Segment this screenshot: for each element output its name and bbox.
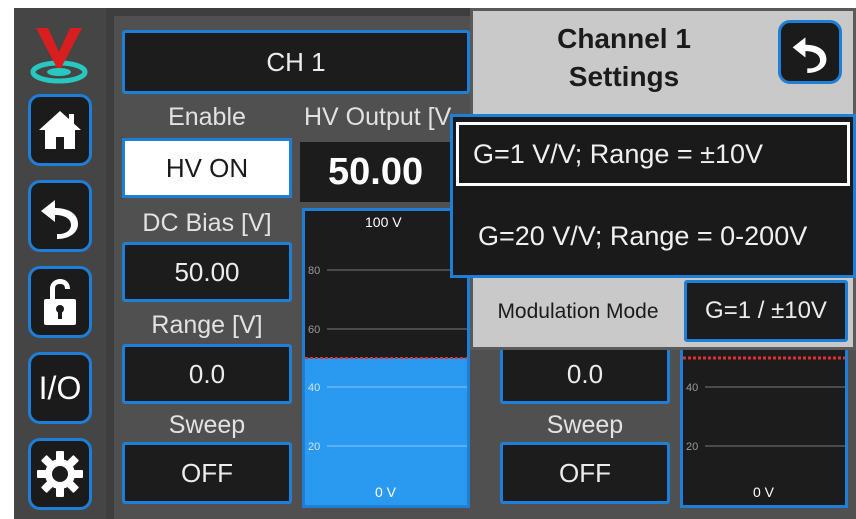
range-label: Range [V] — [151, 310, 263, 339]
right-range-value: 0.0 — [566, 358, 604, 389]
right-range-field[interactable]: 0.0 — [500, 344, 670, 404]
range-value: 0.0 — [188, 358, 226, 389]
dropdown-option-gain-20-label: G=20 V/V; Range = 0-200V — [478, 220, 808, 251]
right-sweep-label: Sweep — [546, 410, 624, 439]
sweep-value: OFF — [181, 457, 233, 488]
dropdown-option-gain-1-label: G=1 V/V; Range = ±10V — [473, 138, 763, 169]
right-tick-label-20: 20 — [686, 441, 698, 453]
home-button[interactable] — [28, 94, 92, 166]
back-button[interactable] — [28, 180, 92, 252]
modulation-mode-button[interactable]: G=1 / ±10V — [684, 280, 848, 342]
unlock-icon — [44, 279, 76, 325]
logo-icon — [28, 22, 90, 88]
hv-output-label: HV Output [V — [304, 102, 452, 131]
panel-title: Channel 1 Settings — [514, 18, 734, 98]
modulation-mode-label: Modulation Mode — [497, 300, 659, 323]
tick-label-20: 20 — [308, 441, 320, 453]
right-tick-label-40: 40 — [686, 382, 698, 394]
chart-top-label: 100 V — [365, 214, 402, 230]
channel-title-label: CH 1 — [266, 46, 326, 77]
tick-label-60: 60 — [308, 324, 320, 336]
sweep-label: Sweep — [168, 410, 246, 439]
modulation-mode-value: G=1 / ±10V — [705, 297, 827, 324]
right-level-chart: 40 20 0 V — [680, 338, 848, 508]
back-arrow-icon — [792, 37, 827, 73]
panel-title-line2: Settings — [568, 61, 680, 92]
dropdown-option-gain-20[interactable]: G=20 V/V; Range = 0-200V — [456, 204, 850, 268]
panel-back-button[interactable] — [778, 20, 842, 84]
level-fill — [305, 358, 467, 505]
hv-output-number: 50.00 — [328, 150, 424, 193]
enable-label: Enable — [168, 102, 246, 131]
channel-title-button[interactable]: CH 1 — [122, 30, 470, 94]
hv-output-value: 50.00 — [300, 142, 470, 202]
lock-button[interactable] — [28, 266, 92, 338]
panel-title-line1: Channel 1 — [557, 23, 691, 54]
io-label: I/O — [38, 369, 82, 406]
back-arrow-icon — [41, 200, 78, 239]
dc-bias-label: DC Bias [V] — [142, 208, 272, 237]
dc-bias-value: 50.00 — [174, 256, 240, 287]
enable-button[interactable]: HV ON — [122, 138, 292, 198]
io-button[interactable]: I/O — [28, 352, 92, 424]
right-sweep-button[interactable]: OFF — [500, 442, 670, 504]
settings-button[interactable] — [28, 438, 92, 510]
dc-bias-field[interactable]: 50.00 — [122, 242, 292, 302]
tick-label-40: 40 — [308, 382, 320, 394]
enable-value: HV ON — [165, 152, 249, 183]
chart-bottom-label: 0 V — [375, 484, 397, 500]
right-chart-bottom-label: 0 V — [753, 484, 775, 500]
dropdown-option-gain-1[interactable]: G=1 V/V; Range = ±10V — [456, 122, 850, 186]
screen: I/O CH 1 Enable HV Output [V HV ON 50.00… — [14, 8, 856, 519]
home-icon — [39, 111, 81, 149]
sweep-button[interactable]: OFF — [122, 442, 292, 504]
gear-icon — [37, 451, 83, 497]
right-sweep-value: OFF — [559, 457, 611, 488]
range-field[interactable]: 0.0 — [122, 344, 292, 404]
level-chart: 100 V 80 60 40 20 0 V — [302, 208, 470, 508]
tick-label-80: 80 — [308, 265, 320, 277]
